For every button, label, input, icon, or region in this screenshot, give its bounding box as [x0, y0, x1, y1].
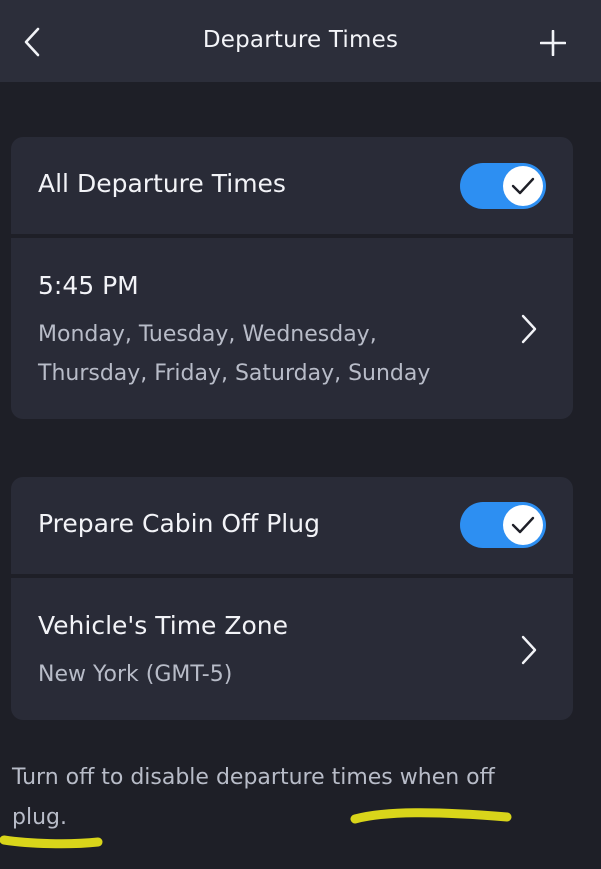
- chevron-right-icon: [521, 635, 537, 665]
- chevron-right-icon: [521, 314, 537, 344]
- top-bar: Departure Times: [0, 0, 601, 82]
- highlight-marker-right: [350, 808, 512, 824]
- checkmark-icon: [511, 177, 535, 195]
- toggle-knob: [503, 166, 543, 206]
- departure-time: 5:45 PM: [38, 271, 139, 300]
- highlight-marker-left: [0, 835, 103, 849]
- all-departure-times-toggle[interactable]: [460, 163, 546, 209]
- departure-schedule-row[interactable]: 5:45 PM Monday, Tuesday, Wednesday, Thur…: [11, 234, 573, 419]
- departure-days-line2: Thursday, Friday, Saturday, Sunday: [38, 361, 431, 386]
- plus-icon: [540, 30, 566, 56]
- checkmark-icon: [511, 516, 535, 534]
- prepare-cabin-label: Prepare Cabin Off Plug: [38, 509, 320, 538]
- departure-times-card: All Departure Times 5:45 PM Monday, Tues…: [11, 137, 573, 419]
- cabin-settings-card: Prepare Cabin Off Plug Vehicle's Time Zo…: [11, 477, 573, 720]
- toggle-knob: [503, 505, 543, 545]
- departure-days-line1: Monday, Tuesday, Wednesday,: [38, 322, 377, 347]
- time-zone-label: Vehicle's Time Zone: [38, 611, 289, 640]
- time-zone-value: New York (GMT-5): [38, 662, 233, 687]
- page-title: Departure Times: [202, 27, 399, 53]
- all-departure-times-label: All Departure Times: [38, 169, 286, 198]
- time-zone-row[interactable]: Vehicle's Time Zone New York (GMT-5): [11, 574, 573, 720]
- prepare-cabin-row: Prepare Cabin Off Plug: [11, 477, 573, 574]
- prepare-cabin-toggle[interactable]: [460, 502, 546, 548]
- all-departure-times-row: All Departure Times: [11, 137, 573, 234]
- add-departure-time-button[interactable]: [533, 23, 573, 63]
